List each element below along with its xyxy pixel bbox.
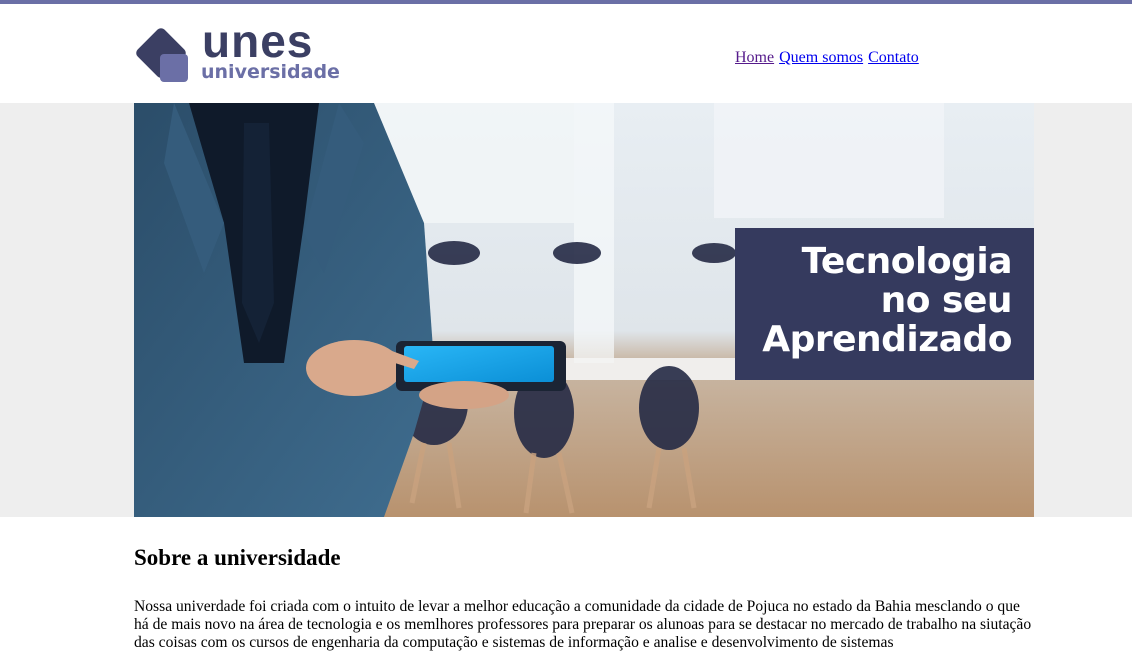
hero-section: Tecnologia no seu Aprendizado: [0, 103, 1132, 517]
about-text: Nossa univerdade foi criada com o intuit…: [134, 598, 1032, 651]
site-header: unes universidade Home Quem somos Contat…: [0, 4, 1132, 103]
about-section: Sobre a universidade Nossa univerdade fo…: [134, 545, 1034, 652]
logo-wordmark: unes: [202, 15, 314, 67]
nav-link-home[interactable]: Home: [735, 49, 774, 66]
site-logo[interactable]: unes universidade: [134, 18, 354, 86]
nav-link-contato[interactable]: Contato: [868, 49, 919, 66]
hero-caption-line-3: Aprendizado: [762, 319, 1012, 360]
hero-caption-line-2: no seu: [880, 280, 1013, 321]
logo-mark-icon: [136, 28, 188, 82]
main-nav: Home Quem somos Contato: [735, 49, 920, 67]
logo-subtitle: universidade: [201, 61, 340, 83]
nav-link-quem-somos[interactable]: Quem somos: [779, 49, 863, 66]
hero-caption-line-1: Tecnologia: [801, 241, 1013, 282]
hero-caption: Tecnologia no seu Aprendizado: [735, 228, 1034, 380]
hero-banner: Tecnologia no seu Aprendizado: [134, 103, 1034, 517]
about-title: Sobre a universidade: [134, 545, 341, 570]
